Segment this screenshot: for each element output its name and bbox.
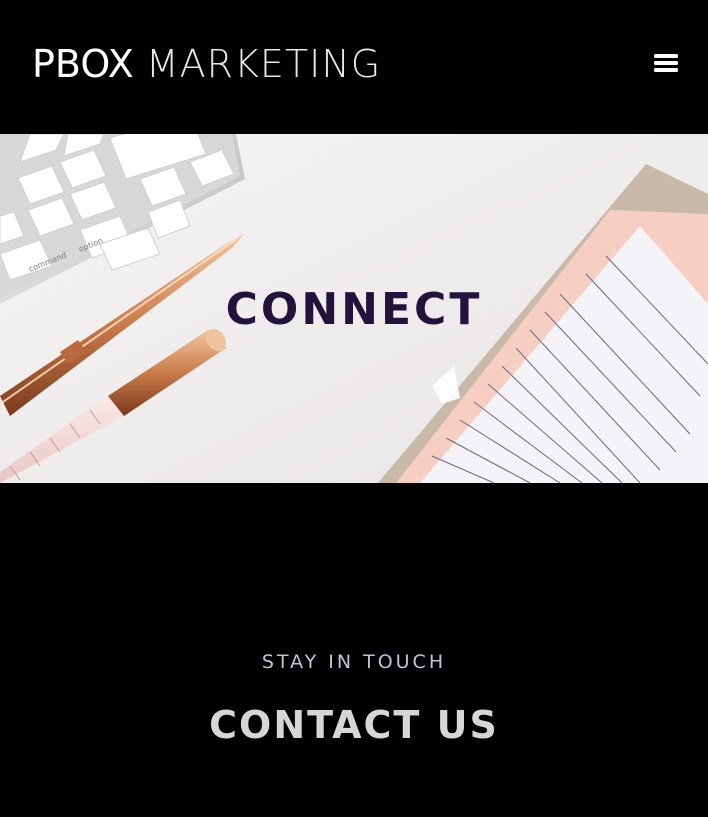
- site-header: PBOX MARKETING: [0, 0, 708, 134]
- hamburger-menu-icon[interactable]: [654, 52, 680, 74]
- logo-secondary-text: MARKETING: [145, 42, 382, 86]
- logo-primary-text: PBOX: [32, 42, 134, 86]
- contact-heading: CONTACT US: [209, 703, 499, 747]
- contact-eyebrow: STAY IN TOUCH: [261, 651, 447, 673]
- hero-banner: command option CONNECT: [0, 134, 708, 483]
- hero-title: CONNECT: [225, 284, 483, 335]
- contact-section: STAY IN TOUCH CONTACT US: [0, 483, 708, 817]
- site-logo[interactable]: PBOX MARKETING: [32, 44, 381, 84]
